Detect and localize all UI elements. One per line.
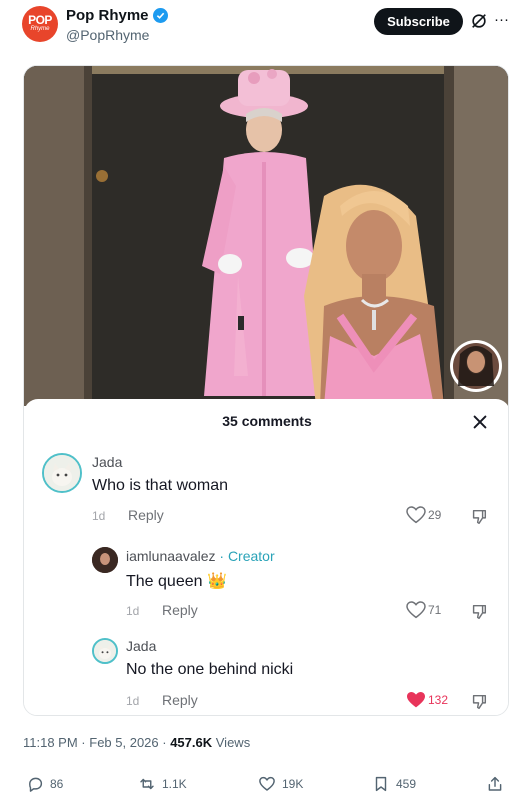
reply-action-button[interactable]: 86 (26, 775, 63, 793)
bookmark-count: 459 (396, 777, 417, 791)
reply-button[interactable]: Reply (162, 602, 198, 618)
verified-badge-icon (152, 8, 168, 23)
commenter-avatar[interactable] (92, 638, 118, 664)
dislike-icon[interactable] (470, 508, 488, 526)
post-date[interactable]: Feb 5, 2026 (89, 735, 158, 750)
commenter-avatar[interactable] (42, 453, 82, 493)
heart-filled-icon (407, 691, 425, 708)
repost-count: 1.1K (162, 777, 187, 791)
comment-like-count: 132 (428, 693, 449, 707)
grok-icon[interactable] (470, 12, 488, 30)
repost-action-button[interactable]: 1.1K (138, 775, 187, 793)
commenter-username[interactable]: iamlunaavalez (126, 548, 216, 564)
share-action-button[interactable] (486, 775, 504, 793)
like-count: 19K (282, 777, 304, 791)
comment-text: Who is that woman (92, 477, 229, 494)
comment-like-button[interactable]: 132 (406, 691, 448, 709)
comment-text: No the one behind nicki (126, 661, 294, 678)
person-avatar-icon (92, 547, 118, 573)
comment-like-button[interactable]: 29 (406, 506, 441, 524)
bookmark-action-button[interactable]: 459 (372, 775, 416, 793)
views-label: Views (215, 735, 251, 750)
avatar-logo-text: POP (28, 13, 52, 27)
author-display-name[interactable]: Pop Rhyme (66, 7, 149, 24)
author-handle[interactable]: @PopRhyme (66, 27, 168, 43)
avatar-logo-subtext: Rhyme (30, 26, 50, 32)
comments-panel: 35 comments Jada Who is that woman 1d Re… (24, 399, 508, 715)
comments-count-title: 35 comments (222, 413, 312, 429)
cat-avatar-icon (44, 455, 80, 491)
cat-avatar-icon (94, 640, 116, 662)
post-time[interactable]: 11:18 PM (23, 735, 78, 750)
creator-tag: · Creator (219, 548, 275, 564)
views-count: 457.6K (170, 735, 213, 750)
author-name-row: Pop Rhyme (66, 7, 168, 24)
heart-outline-icon (406, 506, 426, 524)
comment-like-count: 29 (428, 508, 442, 522)
comment-like-count: 71 (428, 603, 442, 617)
comment-date: 1d (126, 694, 140, 708)
dislike-icon[interactable] (470, 603, 488, 621)
post-action-bar: 86 1.1K 19K 459 (0, 775, 520, 797)
commenter-username[interactable]: Jada (126, 638, 156, 654)
commenter-username[interactable]: Jada (92, 454, 122, 470)
heart-outline-icon (406, 601, 426, 619)
comment-date: 1d (92, 509, 106, 523)
reply-button[interactable]: Reply (162, 692, 198, 708)
close-icon[interactable] (471, 413, 489, 431)
commenter-username-row: iamlunaavalez · Creator (126, 548, 275, 564)
like-action-button[interactable]: 19K (258, 775, 303, 793)
post-header: POP Rhyme Pop Rhyme @PopRhyme Subscribe … (0, 0, 520, 60)
reply-bubble-icon (29, 777, 43, 792)
repost-icon (140, 778, 154, 790)
comment-text: The queen 👑 (126, 573, 227, 590)
post-timestamp: 11:18 PM · Feb 5, 2026 · 457.6K Views (23, 735, 251, 750)
commenter-avatar[interactable] (92, 547, 118, 573)
post-media[interactable]: 35 comments Jada Who is that woman 1d Re… (23, 65, 509, 716)
heart-outline-icon (259, 776, 275, 791)
author-avatar[interactable]: POP Rhyme (22, 6, 58, 42)
bookmark-icon (375, 776, 387, 792)
subscribe-button[interactable]: Subscribe (374, 8, 463, 35)
reply-button[interactable]: Reply (128, 507, 164, 523)
photo-illustration (24, 66, 508, 406)
comment-date: 1d (126, 604, 140, 618)
share-icon (488, 776, 502, 791)
dislike-icon[interactable] (470, 693, 488, 711)
more-options-icon[interactable]: ··· (494, 11, 509, 28)
comment-like-button[interactable]: 71 (406, 601, 441, 619)
author-info: Pop Rhyme @PopRhyme (66, 7, 168, 43)
photo (24, 66, 508, 406)
reply-count: 86 (50, 777, 64, 791)
